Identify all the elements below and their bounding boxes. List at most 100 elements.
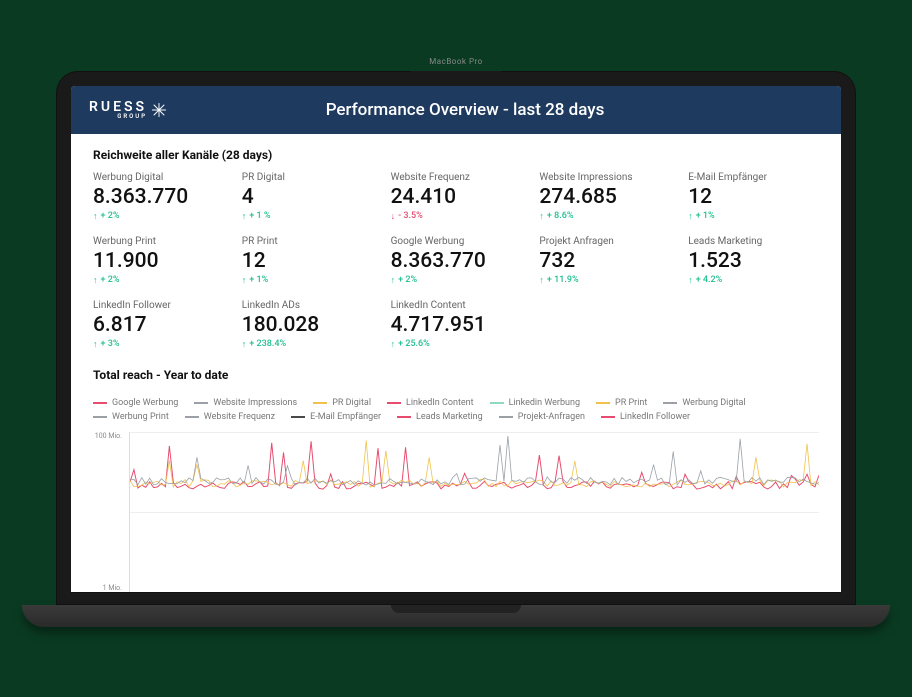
series-line: [130, 436, 819, 485]
legend-swatch: [490, 402, 504, 404]
y-axis-labels: 100 Mio. 1 Mio.: [90, 432, 126, 592]
kpi-label: LinkedIn ADs: [242, 300, 373, 311]
chart-title: Total reach - Year to date: [93, 368, 819, 382]
arrow-up-icon: ↑: [242, 275, 247, 286]
legend-item: Website Impressions: [194, 398, 297, 408]
arrow-up-icon: ↑: [242, 339, 247, 350]
arrow-up-icon: ↑: [93, 339, 98, 350]
kpi-label: E-Mail Empfänger: [688, 172, 819, 183]
kpi-change: ↑ + 25.6%: [391, 339, 522, 350]
device-label: MacBook Pro: [429, 57, 482, 66]
kpi-value: 8.363.770: [93, 185, 224, 209]
legend-item: Website Frequenz: [185, 412, 275, 422]
legend-item: Werbung Digital: [663, 398, 745, 408]
legend-label: Werbung Print: [112, 412, 169, 422]
arrow-up-icon: ↑: [391, 275, 396, 286]
legend-item: E-Mail Empfänger: [291, 412, 381, 422]
kpi-label: Werbung Digital: [93, 172, 224, 183]
kpi-change: ↑ + 3%: [93, 339, 224, 350]
legend-swatch: [185, 416, 199, 418]
legend-item: Projekt-Anfragen: [499, 412, 585, 422]
chart-section: Total reach - Year to date Google Werbun…: [93, 368, 819, 592]
legend-label: Website Frequenz: [204, 412, 275, 422]
legend-swatch: [499, 416, 513, 418]
arrow-up-icon: ↑: [688, 211, 693, 222]
kpi-value: 180.028: [242, 313, 373, 337]
header-bar: RUESS GROUP Performance Overview - last …: [71, 86, 841, 134]
camera-notch: [411, 71, 501, 81]
series-line: [130, 441, 819, 489]
content-area: Reichweite aller Kanäle (28 days) Werbun…: [71, 134, 841, 592]
legend-swatch: [663, 402, 677, 404]
kpi-change: ↑ + 1%: [688, 211, 819, 222]
legend-label: Werbung Digital: [682, 398, 745, 408]
legend-swatch: [93, 416, 107, 418]
hinge: MacBook Pro: [71, 592, 841, 604]
laptop-frame: RUESS GROUP Performance Overview - last …: [56, 71, 856, 627]
arrow-up-icon: ↑: [242, 211, 247, 222]
legend-item: LinkedIn Content: [387, 398, 474, 408]
legend-label: PR Digital: [332, 398, 371, 408]
arrow-up-icon: ↑: [93, 275, 98, 286]
kpi-card: LinkedIn Follower6.817↑ + 3%: [93, 300, 224, 350]
kpi-card: PR Print 12 ↑ + 1%: [242, 236, 373, 286]
kpi-card: PR Digital4↑ + 1 %: [242, 172, 373, 222]
kpi-section-title: Reichweite aller Kanäle (28 days): [93, 148, 819, 162]
kpi-change: ↑ + 2%: [93, 275, 224, 286]
legend-label: Leads Marketing: [416, 412, 483, 422]
legend-swatch: [397, 416, 411, 418]
kpi-label: LinkedIn Content: [391, 300, 522, 311]
legend-swatch: [387, 402, 401, 404]
kpi-value: 12: [242, 249, 373, 273]
arrow-up-icon: ↑: [539, 211, 544, 222]
legend-label: E-Mail Empfänger: [310, 412, 381, 422]
kpi-card: E-Mail Empfänger 12 ↑ + 1%: [688, 172, 819, 222]
kpi-change: ↑ + 11.9%: [539, 275, 670, 286]
kpi-value: 274.685: [539, 185, 670, 209]
kpi-label: Website Frequenz: [391, 172, 522, 183]
chart-legend: Google WerbungWebsite ImpressionsPR Digi…: [93, 398, 819, 422]
kpi-change: ↑ + 2%: [93, 211, 224, 222]
kpi-change: ↑ + 1 %: [242, 211, 373, 222]
legend-label: LinkedIn Follower: [620, 412, 690, 422]
kpi-value: 24.410: [391, 185, 522, 209]
arrow-up-icon: ↑: [391, 339, 396, 350]
kpi-change: ↑ + 2%: [391, 275, 522, 286]
kpi-value: 1.523: [688, 249, 819, 273]
kpi-label: PR Print: [242, 236, 373, 247]
kpi-change: ↓ - 3.5%: [391, 211, 522, 222]
kpi-card: Google Werbung8.363.770↑ + 2%: [391, 236, 522, 286]
legend-label: Projekt-Anfragen: [518, 412, 585, 422]
kpi-label: Projekt Anfragen: [539, 236, 670, 247]
kpi-card: LinkedIn ADs 180.028 ↑ + 238.4%: [242, 300, 373, 350]
legend-item: Werbung Print: [93, 412, 169, 422]
kpi-value: 732: [539, 249, 670, 273]
kpi-label: Werbung Print: [93, 236, 224, 247]
legend-item: Leads Marketing: [397, 412, 483, 422]
y-tick: 1 Mio.: [90, 584, 122, 592]
screen: RUESS GROUP Performance Overview - last …: [71, 86, 841, 592]
legend-item: LinkedIn Follower: [601, 412, 690, 422]
kpi-value: 12: [688, 185, 819, 209]
sparkline-chart: [130, 432, 819, 491]
kpi-card: Website Frequenz 24.410 ↓ - 3.5%: [391, 172, 522, 222]
kpi-change: ↑ + 8.6%: [539, 211, 670, 222]
legend-swatch: [313, 402, 327, 404]
legend-label: Website Impressions: [213, 398, 297, 408]
legend-label: PR Print: [615, 398, 647, 408]
legend-swatch: [596, 402, 610, 404]
arrow-down-icon: ↓: [391, 211, 396, 222]
kpi-value: 4.717.951: [391, 313, 522, 337]
kpi-change: ↑ + 1%: [242, 275, 373, 286]
screen-bezel: RUESS GROUP Performance Overview - last …: [56, 71, 856, 605]
legend-label: Linkedin Werbung: [509, 398, 580, 408]
arrow-up-icon: ↑: [539, 275, 544, 286]
kpi-change: ↑ + 238.4%: [242, 339, 373, 350]
kpi-value: 8.363.770: [391, 249, 522, 273]
legend-label: LinkedIn Content: [406, 398, 474, 408]
legend-item: PR Print: [596, 398, 647, 408]
legend-swatch: [194, 402, 208, 404]
kpi-card: Website Impressions274.685↑ + 8.6%: [539, 172, 670, 222]
kpi-change: ↑ + 4.2%: [688, 275, 819, 286]
arrow-up-icon: ↑: [688, 275, 693, 286]
